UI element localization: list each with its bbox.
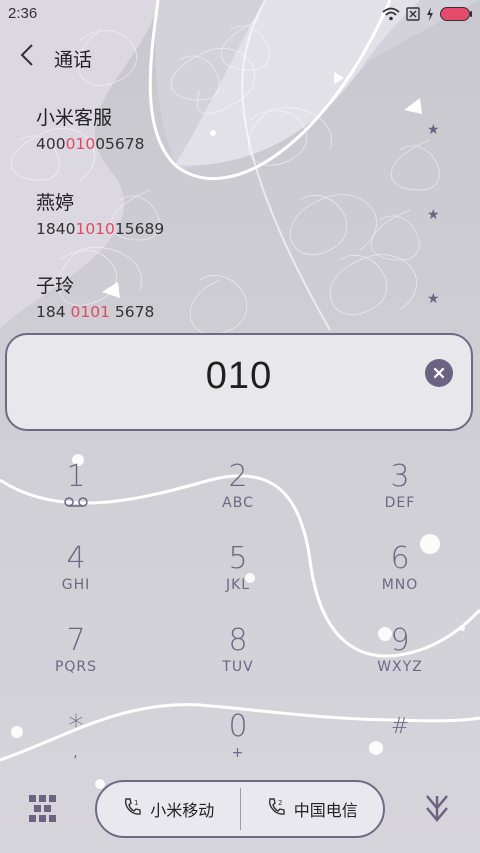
contact-name: 燕婷 [36, 192, 75, 214]
contact-name: 小米客服 [36, 107, 113, 129]
contact-number: 1840101015689 [36, 220, 165, 238]
svg-text:1: 1 [134, 799, 138, 807]
contact-item[interactable]: 燕婷 1840101015689 [36, 191, 336, 239]
dial-input-box[interactable]: 010 [5, 333, 473, 431]
phone-sim2-icon: 2 [266, 797, 286, 821]
svg-text:★: ★ [427, 122, 440, 138]
charging-icon [426, 6, 434, 25]
status-bar: 2:36 [0, 0, 480, 28]
key-6[interactable]: 6 MNO [340, 542, 460, 612]
key-5[interactable]: 5 JKL [178, 542, 298, 612]
wifi-icon [382, 6, 400, 25]
svg-text:★: ★ [427, 291, 440, 307]
sim-call-selector: 1 小米移动 2 中国电信 [95, 780, 385, 838]
contact-item[interactable]: 子玲 184 0101 5678 [36, 274, 336, 322]
page-title: 通话 [54, 49, 93, 71]
voicemail-icon [16, 494, 136, 512]
match-highlight: 0101 [70, 303, 110, 321]
hide-keypad-icon[interactable] [422, 792, 452, 830]
clear-icon [433, 364, 445, 383]
dialed-number: 010 [205, 355, 273, 397]
chevron-left-icon [20, 43, 34, 71]
battery-icon [440, 6, 472, 25]
key-3[interactable]: 3 DEF [340, 460, 460, 530]
key-1[interactable]: 1 [16, 460, 136, 530]
match-highlight: 010 [65, 135, 96, 153]
key-7[interactable]: 7 PQRS [16, 624, 136, 694]
key-9[interactable]: 9 WXYZ [340, 624, 460, 694]
status-time: 2:36 [8, 5, 38, 22]
match-highlight: 1010 [75, 220, 115, 238]
contact-number: 184 0101 5678 [36, 303, 155, 321]
call-sim1-button[interactable]: 1 小米移动 [97, 782, 240, 836]
key-hash[interactable]: # [340, 710, 460, 780]
call-sim2-button[interactable]: 2 中国电信 [241, 782, 384, 836]
key-0[interactable]: 0 + [178, 710, 298, 780]
clear-button[interactable] [425, 359, 453, 387]
header: 通话 [0, 36, 480, 82]
sim1-label: 小米移动 [150, 801, 215, 820]
back-button[interactable] [14, 42, 40, 72]
contact-number: 40001005678 [36, 135, 145, 153]
qr-grid-icon[interactable] [28, 794, 58, 828]
phone-sim1-icon: 1 [122, 797, 142, 821]
sim2-label: 中国电信 [293, 801, 358, 820]
svg-text:★: ★ [427, 207, 440, 223]
call-bar: 1 小米移动 2 中国电信 [0, 780, 480, 840]
contact-item[interactable]: 小米客服 40001005678 [36, 106, 336, 154]
key-star[interactable]: *, [16, 710, 136, 780]
no-sim-icon [406, 6, 420, 25]
key-4[interactable]: 4 GHI [16, 542, 136, 612]
key-8[interactable]: 8 TUV [178, 624, 298, 694]
svg-text:2: 2 [278, 799, 282, 807]
contact-name: 子玲 [36, 275, 75, 297]
key-2[interactable]: 2 ABC [178, 460, 298, 530]
